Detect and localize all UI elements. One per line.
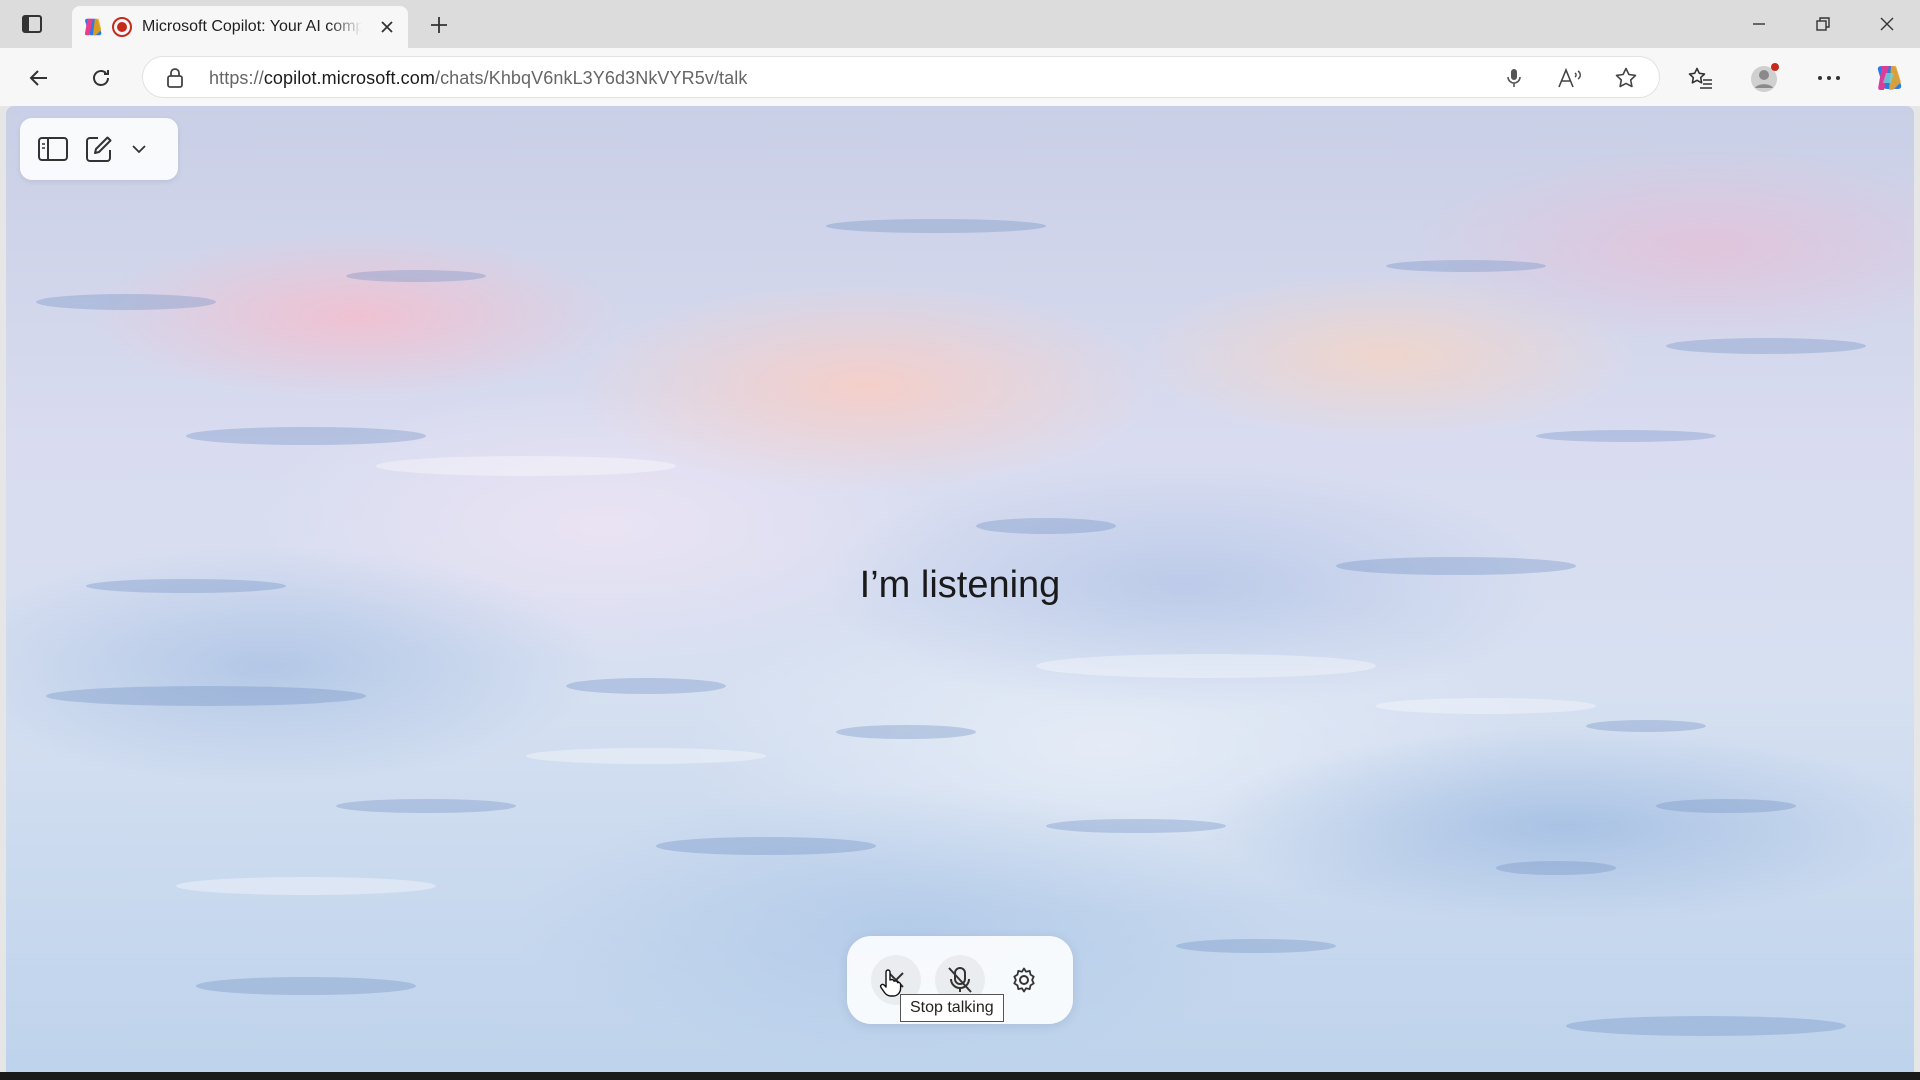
copilot-icon xyxy=(84,18,102,36)
voice-search-button[interactable] xyxy=(1501,65,1527,91)
minimize-button[interactable] xyxy=(1728,0,1790,48)
tab-close-button[interactable] xyxy=(376,16,398,38)
gear-icon xyxy=(1013,967,1035,993)
voice-settings-button[interactable] xyxy=(999,955,1049,1005)
back-button[interactable] xyxy=(22,61,56,95)
recording-icon xyxy=(112,17,132,37)
new-tab-button[interactable] xyxy=(424,10,454,40)
sidebar-toggle-button[interactable] xyxy=(30,126,76,172)
favorite-button[interactable] xyxy=(1613,65,1639,91)
copilot-voice-page: I’m listening Stop talking xyxy=(6,106,1914,1072)
profile-icon xyxy=(1751,63,1779,92)
new-chat-button[interactable] xyxy=(76,126,122,172)
listening-status-text: I’m listening xyxy=(859,564,1061,606)
tab-title: Microsoft Copilot: Your AI companion xyxy=(142,18,362,35)
profile-button[interactable] xyxy=(1748,61,1782,95)
more-button[interactable] xyxy=(1812,61,1846,95)
more-icon xyxy=(1818,76,1840,80)
url-text: https://copilot.microsoft.com/chats/Khbq… xyxy=(209,68,748,88)
lock-icon xyxy=(167,68,183,88)
copilot-sidebar-button[interactable] xyxy=(1872,61,1906,95)
browser-toolbar: https://copilot.microsoft.com/chats/Khbq… xyxy=(0,48,1920,106)
favorites-button[interactable] xyxy=(1684,61,1718,95)
tab-actions-icon xyxy=(22,15,42,33)
stop-talking-tooltip: Stop talking xyxy=(900,994,1004,1022)
chat-actions-panel xyxy=(20,118,178,180)
microphone-icon xyxy=(1507,69,1521,87)
tab-actions-button[interactable] xyxy=(14,10,50,38)
minimize-icon xyxy=(1753,23,1765,25)
restore-button[interactable] xyxy=(1792,0,1854,48)
taskbar-edge xyxy=(0,1072,1920,1080)
new-chat-dropdown-button[interactable] xyxy=(122,126,156,172)
hand-cursor-icon xyxy=(879,969,902,997)
read-aloud-icon xyxy=(1558,67,1581,88)
browser-title-bar: Microsoft Copilot: Your AI companion xyxy=(0,0,1920,48)
close-icon xyxy=(381,21,393,33)
browser-tab[interactable]: Microsoft Copilot: Your AI companion xyxy=(72,6,408,48)
microphone-off-icon xyxy=(948,967,972,993)
refresh-icon xyxy=(93,70,109,86)
address-bar[interactable]: https://copilot.microsoft.com/chats/Khbq… xyxy=(142,56,1660,98)
plus-icon xyxy=(431,17,447,33)
star-icon xyxy=(1615,67,1637,88)
sidebar-icon xyxy=(38,137,68,161)
refresh-button[interactable] xyxy=(84,61,118,95)
favorites-icon xyxy=(1688,67,1712,89)
window-close-button[interactable] xyxy=(1856,0,1918,48)
chevron-down-icon xyxy=(132,145,146,154)
restore-icon xyxy=(1816,17,1830,31)
compose-icon xyxy=(86,136,112,162)
read-aloud-button[interactable] xyxy=(1557,65,1583,91)
back-arrow-icon xyxy=(29,70,47,86)
copilot-icon xyxy=(1877,66,1902,90)
close-icon xyxy=(1880,17,1894,31)
